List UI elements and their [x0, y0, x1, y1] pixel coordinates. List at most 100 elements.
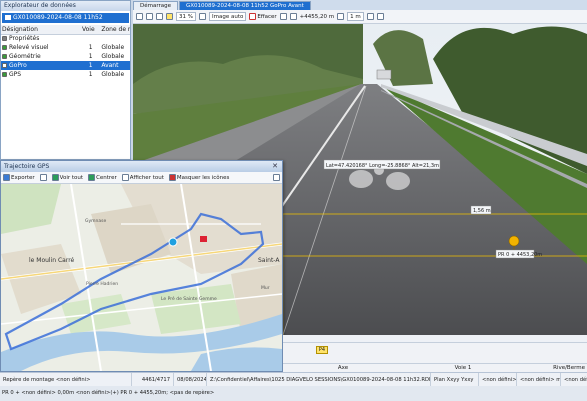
show-all-button[interactable]: Afficher tout [121, 174, 164, 181]
row-voie: 1 [88, 44, 93, 51]
row-designation: GPS [1, 70, 81, 79]
tab-demarrage[interactable]: Démarrage [133, 1, 179, 10]
position-field[interactable]: +4455,20 m [300, 14, 334, 20]
frame-forward-icon[interactable] [376, 13, 384, 20]
viewer-tabs: Démarrage GX010089-2024-08-08 11h52 GoPr… [133, 0, 587, 10]
row-zone: Avant [100, 61, 130, 70]
hide-icons-icon [168, 174, 176, 181]
plan-value: Plan Xxyy Yxxy [431, 373, 479, 386]
map-label-gymnase: Gymnase [85, 218, 106, 224]
explorer-row[interactable]: Géométrie 1 Globale [1, 52, 130, 61]
map-label-pre: Le Pré de Sainte Gemme [161, 295, 217, 302]
row-zone: Globale [101, 53, 125, 60]
marker-badge[interactable]: P4 [316, 346, 328, 354]
export-icon [3, 174, 10, 181]
tab-gopro-session[interactable]: GX010089-2024-08-08 11h52 GoPro Avant [179, 1, 311, 10]
repere-value: Repère de montage <non défini> [3, 376, 91, 383]
map-label-mur: Mur [261, 285, 270, 291]
map-label-moulin: le Moulin Carré [29, 257, 75, 264]
col-voie[interactable]: Voie [80, 25, 101, 35]
lane-columns: Axe Voie 1 Rive/Berme [283, 363, 587, 372]
show-all-icon [121, 174, 129, 181]
frame-back-icon[interactable] [366, 13, 374, 20]
repere-dropdown[interactable]: Repère de montage <non défini> [0, 373, 132, 386]
gps-map[interactable]: le Moulin Carré Gymnase Pierre Hadrien S… [1, 184, 282, 371]
row-label: Relevé visuel [9, 44, 49, 51]
fit-icon[interactable] [146, 13, 153, 20]
gps-toolbar: Exporter Voir tout Centrer Afficher tout… [1, 172, 282, 184]
row-zone: Globale [101, 44, 125, 51]
step-select[interactable]: 1 m [347, 12, 364, 21]
session-label: GX010089-2024-08-08 11h52 [13, 14, 103, 21]
export-label: Exporter [11, 174, 35, 181]
section-header [283, 335, 587, 343]
gps-title: Trajectoire GPS [1, 161, 282, 172]
data-explorer-panel: Explorateur de données GX010089-2024-08-… [0, 0, 131, 160]
settings-icon[interactable] [198, 13, 206, 20]
session-path: Z:\Confidentiel\Affaires\1025 DIAGVELO S… [207, 373, 431, 386]
export-button[interactable]: Exporter [3, 174, 35, 181]
zoom-select[interactable]: 31 % [176, 12, 196, 21]
explorer-table: Désignation Voie Zone de mes PropriétésR… [1, 25, 130, 79]
layer-icon [2, 63, 7, 68]
row-designation: Relevé visuel [1, 43, 81, 52]
view-all-button[interactable]: Voir tout [51, 174, 83, 181]
image-mode-select[interactable]: Image auto [208, 12, 247, 21]
section-strip: P4 Axe Voie 1 Rive/Berme [283, 335, 587, 372]
col-rive: Rive/Berme [553, 365, 585, 371]
row-designation: Géométrie [1, 52, 81, 61]
explorer-row[interactable]: Relevé visuel 1 Globale [1, 43, 130, 52]
layer-icon [2, 54, 7, 59]
gear-icon[interactable] [273, 174, 280, 181]
row-designation: Propriétés [1, 34, 81, 43]
position-value: +4455,20 m [299, 13, 335, 20]
frame-counter: 4461/4717 [132, 373, 174, 386]
row-voie: 1 [88, 53, 93, 60]
layer-icon [2, 36, 7, 42]
show-all-label: Afficher tout [129, 174, 164, 181]
explorer-row[interactable]: GPS 1 Globale [1, 70, 130, 79]
col-zone[interactable]: Zone de mes [100, 25, 130, 35]
row-voie [81, 34, 100, 43]
row-label: Propriétés [9, 35, 40, 43]
col-designation[interactable]: Désignation [1, 25, 81, 35]
status-bar: PR 0 + <non défini> 0,00m <non défini>(+… [0, 386, 587, 401]
explorer-title: Explorateur de données [1, 1, 130, 11]
stop-icon[interactable] [136, 13, 143, 20]
play-icon[interactable] [289, 13, 297, 20]
eraser-icon [249, 13, 257, 20]
explorer-row[interactable]: Propriétés [1, 34, 130, 43]
hide-icons-button[interactable]: Masquer les icônes [168, 174, 229, 181]
layer-icon [2, 45, 7, 50]
map-canvas: le Moulin Carré Gymnase Pierre Hadrien S… [1, 184, 282, 371]
explorer-row[interactable]: GoPro 1 Avant [1, 61, 130, 70]
pr-label: PR 0 + 4453,20m [498, 252, 542, 258]
grid-icon[interactable] [156, 13, 163, 20]
undefined-1: <non défini> [479, 373, 517, 386]
row-label: GPS [9, 71, 22, 78]
map-label-saint: Saint-A [258, 257, 280, 264]
map-label-pierre: Pierre Hadrien [86, 281, 118, 287]
col-axe: Axe [337, 365, 349, 371]
viewer-toolbar: 31 % Image auto Effacer +4455,20 m 1 m [133, 10, 587, 24]
status-row: Repère de montage <non défini> 4461/4717… [0, 372, 587, 386]
save-icon[interactable] [39, 174, 47, 181]
next-icon[interactable] [337, 13, 345, 20]
distance-label: 1,56 m [473, 208, 491, 214]
layer-icon [2, 72, 7, 77]
erase-button[interactable]: Effacer [249, 13, 277, 20]
coords-label: Lat=47.420168° Long=-25.8868° Alt=21,3m [326, 163, 439, 169]
prev-icon[interactable] [279, 13, 287, 20]
gps-trajectory-window: Trajectoire GPS ✕ Exporter Voir tout Cen… [0, 160, 283, 372]
close-icon[interactable]: ✕ [271, 162, 279, 170]
marker-icon[interactable] [166, 13, 173, 20]
session-date: 08/08/2024 [174, 373, 207, 386]
center-button[interactable]: Centrer [88, 174, 117, 181]
view-all-icon [51, 174, 59, 181]
row-voie: 1 [88, 71, 93, 78]
session-item[interactable]: GX010089-2024-08-08 11h52 [2, 13, 129, 23]
row-designation: GoPro [1, 61, 81, 70]
row-voie: 1 [80, 61, 101, 70]
session-icon [5, 15, 11, 20]
undefined-3: <non défini> ms [564, 376, 587, 383]
